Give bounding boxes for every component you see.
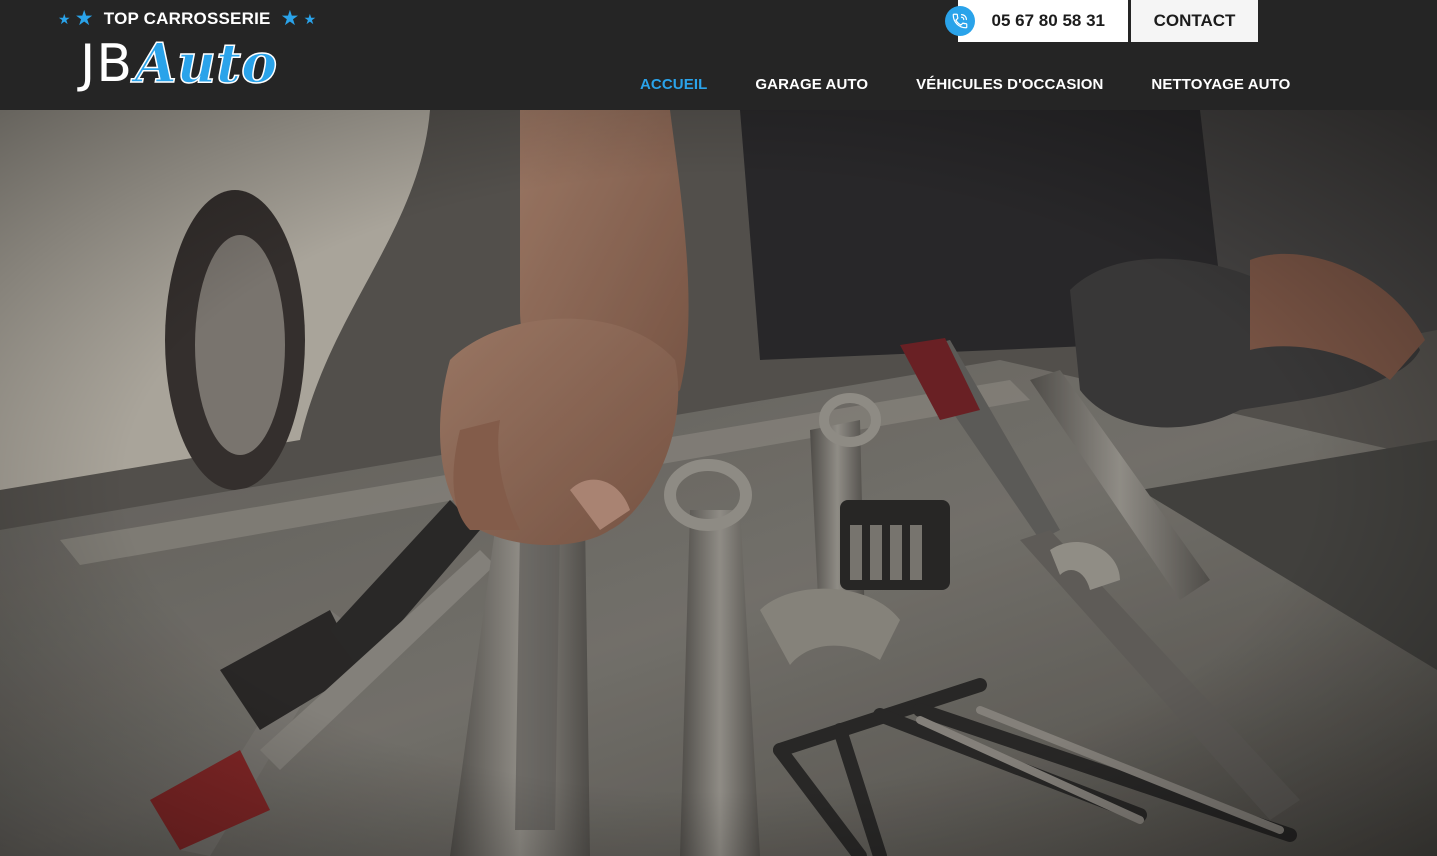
phone-icon — [945, 6, 975, 36]
phone-number[interactable]: 05 67 80 58 31 — [958, 0, 1128, 42]
star-icon: ★ — [58, 10, 71, 27]
logo-tagline: ★ ★ TOP CARROSSERIE ★ ★ — [58, 8, 316, 29]
contact-button[interactable]: CONTACT — [1131, 0, 1258, 42]
nav-item-nettoyage-auto[interactable]: NETTOYAGE AUTO — [1151, 76, 1290, 93]
logo[interactable]: ★ ★ TOP CARROSSERIE ★ ★ JB Auto — [58, 8, 316, 103]
brand-auto: Auto — [134, 31, 278, 95]
star-icon: ★ — [74, 7, 94, 30]
brand-name: JB Auto — [80, 31, 278, 95]
site-header: ★ ★ TOP CARROSSERIE ★ ★ JB Auto 05 67 80… — [0, 0, 1437, 110]
star-icon: ★ — [303, 10, 317, 27]
star-icon: ★ — [280, 7, 300, 30]
main-nav: ACCUEIL GARAGE AUTO VÉHICULES D'OCCASION… — [640, 76, 1290, 93]
brand-jb: JB — [80, 34, 134, 94]
hero-tools-illustration — [0, 110, 1437, 856]
nav-item-accueil[interactable]: ACCUEIL — [640, 76, 707, 93]
hero-image — [0, 110, 1437, 856]
nav-item-garage-auto[interactable]: GARAGE AUTO — [755, 76, 868, 93]
nav-item-vehicules-occasion[interactable]: VÉHICULES D'OCCASION — [916, 76, 1103, 93]
tagline-text: TOP CARROSSERIE — [103, 8, 271, 28]
